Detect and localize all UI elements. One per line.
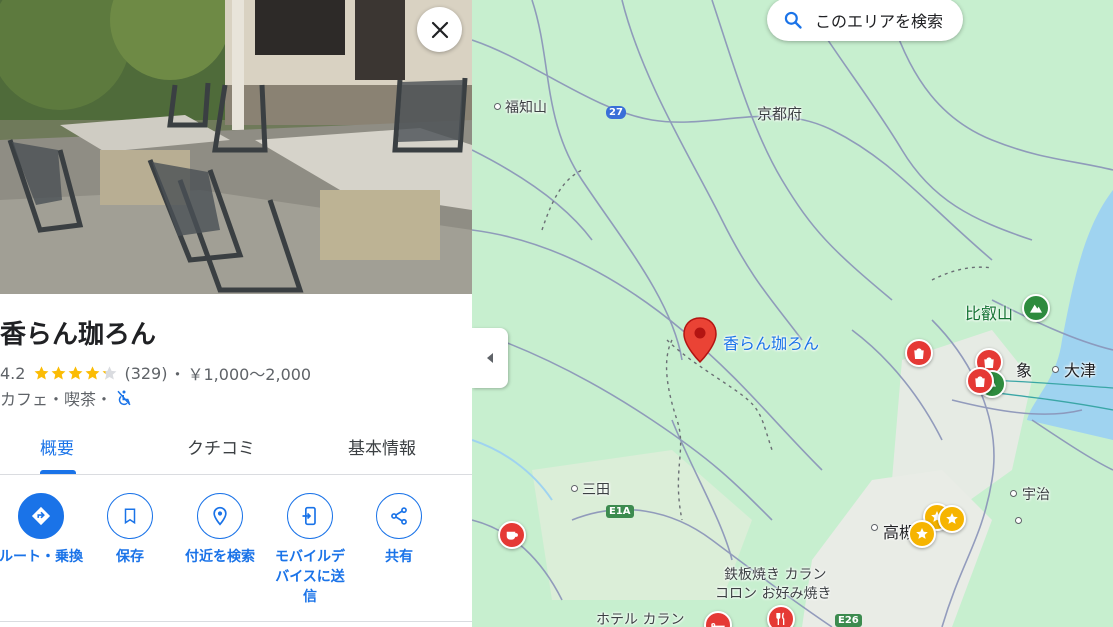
map-label-zo[interactable]: 象 bbox=[1016, 357, 1032, 381]
route-shield-e1a: E1A bbox=[606, 505, 634, 518]
directions-button[interactable]: ルート・乗換 bbox=[0, 493, 89, 567]
star-icon bbox=[35, 365, 49, 379]
shopping-poi[interactable] bbox=[905, 339, 933, 367]
map-label-sanda[interactable]: 三田 bbox=[582, 479, 610, 499]
send-to-phone-label: モバイルデバイスに送信 bbox=[275, 549, 345, 605]
fork-knife-icon bbox=[776, 612, 785, 625]
tab-reviews[interactable]: クチコミ bbox=[187, 434, 255, 459]
tab-bar: 概要 クチコミ 基本情報 bbox=[0, 420, 472, 475]
map-label-uji[interactable]: 宇治 bbox=[1022, 484, 1050, 504]
rating-row: 4.2 (329) ・ ￥1,000～2,000 bbox=[0, 361, 311, 385]
map-label-fukuchiyama[interactable]: 福知山 bbox=[505, 97, 547, 117]
place-title: 香らん珈ろん bbox=[0, 320, 157, 350]
selected-place-pin-icon[interactable] bbox=[682, 316, 718, 364]
star-icon bbox=[86, 365, 100, 379]
town-dot bbox=[1015, 517, 1022, 524]
cafe-poi[interactable] bbox=[498, 521, 526, 549]
collapse-panel-button[interactable] bbox=[472, 328, 508, 388]
star-icon bbox=[52, 365, 66, 379]
route-shield-e26: E26 bbox=[835, 614, 862, 627]
star-icon bbox=[103, 365, 117, 379]
town-dot bbox=[571, 485, 578, 492]
place-photo[interactable] bbox=[0, 0, 472, 294]
bookmark-icon bbox=[124, 508, 136, 525]
star-icon bbox=[946, 513, 958, 524]
star-icon bbox=[69, 365, 83, 379]
share-label: 共有 bbox=[385, 549, 413, 565]
category-row: カフェ・喫茶・ bbox=[0, 386, 133, 410]
map-base bbox=[472, 0, 1113, 627]
search-this-area-button[interactable]: このエリアを検索 bbox=[767, 0, 964, 41]
map-label-hotel[interactable]: ホテル カラン bbox=[596, 609, 684, 627]
price-range: ￥1,000～2,000 bbox=[187, 365, 312, 384]
shopping-poi[interactable] bbox=[966, 367, 994, 395]
town-dot bbox=[1052, 366, 1059, 373]
map-label-koron[interactable]: コロン お好み焼き bbox=[715, 583, 831, 603]
shopping-bag-icon bbox=[975, 376, 985, 387]
place-panel: 香らん珈ろん 4.2 (329) ・ ￥1,000～2,000 カフェ・喫茶・ … bbox=[0, 0, 472, 627]
map-label-kyoto-fu[interactable]: 京都府 bbox=[757, 103, 802, 124]
map-canvas[interactable]: 福知山 京都府 比叡山 象 大津 宇治 三田 高槻 鉄板焼き カラン コロン お… bbox=[472, 0, 1113, 627]
directions-icon bbox=[31, 506, 51, 526]
landmark-poi[interactable] bbox=[938, 505, 966, 533]
search-this-area-label: このエリアを検索 bbox=[815, 11, 944, 31]
town-dot bbox=[871, 524, 878, 531]
nearby-search-label: 付近を検索 bbox=[185, 549, 255, 565]
close-button[interactable] bbox=[417, 7, 462, 52]
mountain-poi[interactable] bbox=[1022, 294, 1050, 322]
action-bar: ルート・乗換 保存 付近を検索 モバイルデバイスに送信 共有 bbox=[0, 493, 472, 623]
tab-about[interactable]: 基本情報 bbox=[348, 434, 416, 459]
save-button[interactable]: 保存 bbox=[82, 493, 178, 567]
route-shield-27: 27 bbox=[606, 106, 626, 119]
nearby-search-icon bbox=[213, 506, 227, 526]
not-accessible-icon bbox=[117, 390, 131, 406]
tab-indicator bbox=[40, 470, 76, 474]
cafe-terrace-photo bbox=[0, 0, 472, 294]
shopping-bag-icon bbox=[914, 348, 924, 359]
close-icon bbox=[431, 21, 448, 38]
map-label-otsu[interactable]: 大津 bbox=[1064, 357, 1096, 381]
divider bbox=[0, 621, 472, 622]
coffee-cup-icon bbox=[506, 531, 518, 540]
landmark-poi[interactable] bbox=[908, 520, 936, 548]
rating-stars[interactable] bbox=[33, 365, 118, 382]
share-icon bbox=[391, 507, 407, 525]
map-label-hiei[interactable]: 比叡山 bbox=[965, 300, 1013, 324]
send-to-phone-icon bbox=[302, 506, 316, 526]
chevron-left-icon bbox=[487, 353, 493, 363]
selected-place-label[interactable]: 香らん珈ろん bbox=[723, 330, 819, 354]
save-label: 保存 bbox=[116, 549, 144, 565]
map-label-teppan[interactable]: 鉄板焼き カラン bbox=[724, 564, 826, 584]
separator: ・ bbox=[169, 365, 186, 384]
category-text[interactable]: カフェ・喫茶・ bbox=[0, 386, 112, 410]
bed-icon bbox=[711, 622, 725, 627]
directions-label: ルート・乗換 bbox=[0, 549, 83, 565]
nearby-search-button[interactable]: 付近を検索 bbox=[172, 493, 268, 567]
rating-value: 4.2 bbox=[0, 363, 26, 383]
restaurant-poi[interactable] bbox=[767, 605, 795, 627]
tab-overview[interactable]: 概要 bbox=[40, 434, 74, 459]
search-icon bbox=[784, 11, 802, 29]
mountain-icon bbox=[1030, 304, 1042, 313]
share-button[interactable]: 共有 bbox=[351, 493, 447, 567]
town-dot bbox=[494, 103, 501, 110]
review-count[interactable]: (329) bbox=[124, 364, 167, 383]
town-dot bbox=[1010, 490, 1017, 497]
send-to-phone-button[interactable]: モバイルデバイスに送信 bbox=[262, 493, 358, 607]
star-icon bbox=[916, 528, 928, 539]
